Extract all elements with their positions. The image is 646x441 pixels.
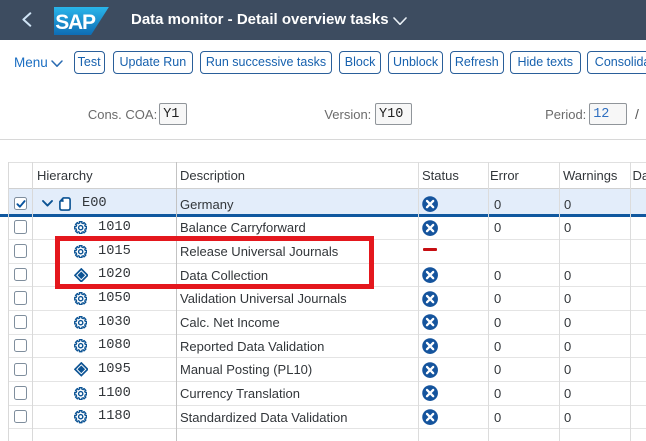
svg-text:SAP: SAP [55, 11, 96, 34]
